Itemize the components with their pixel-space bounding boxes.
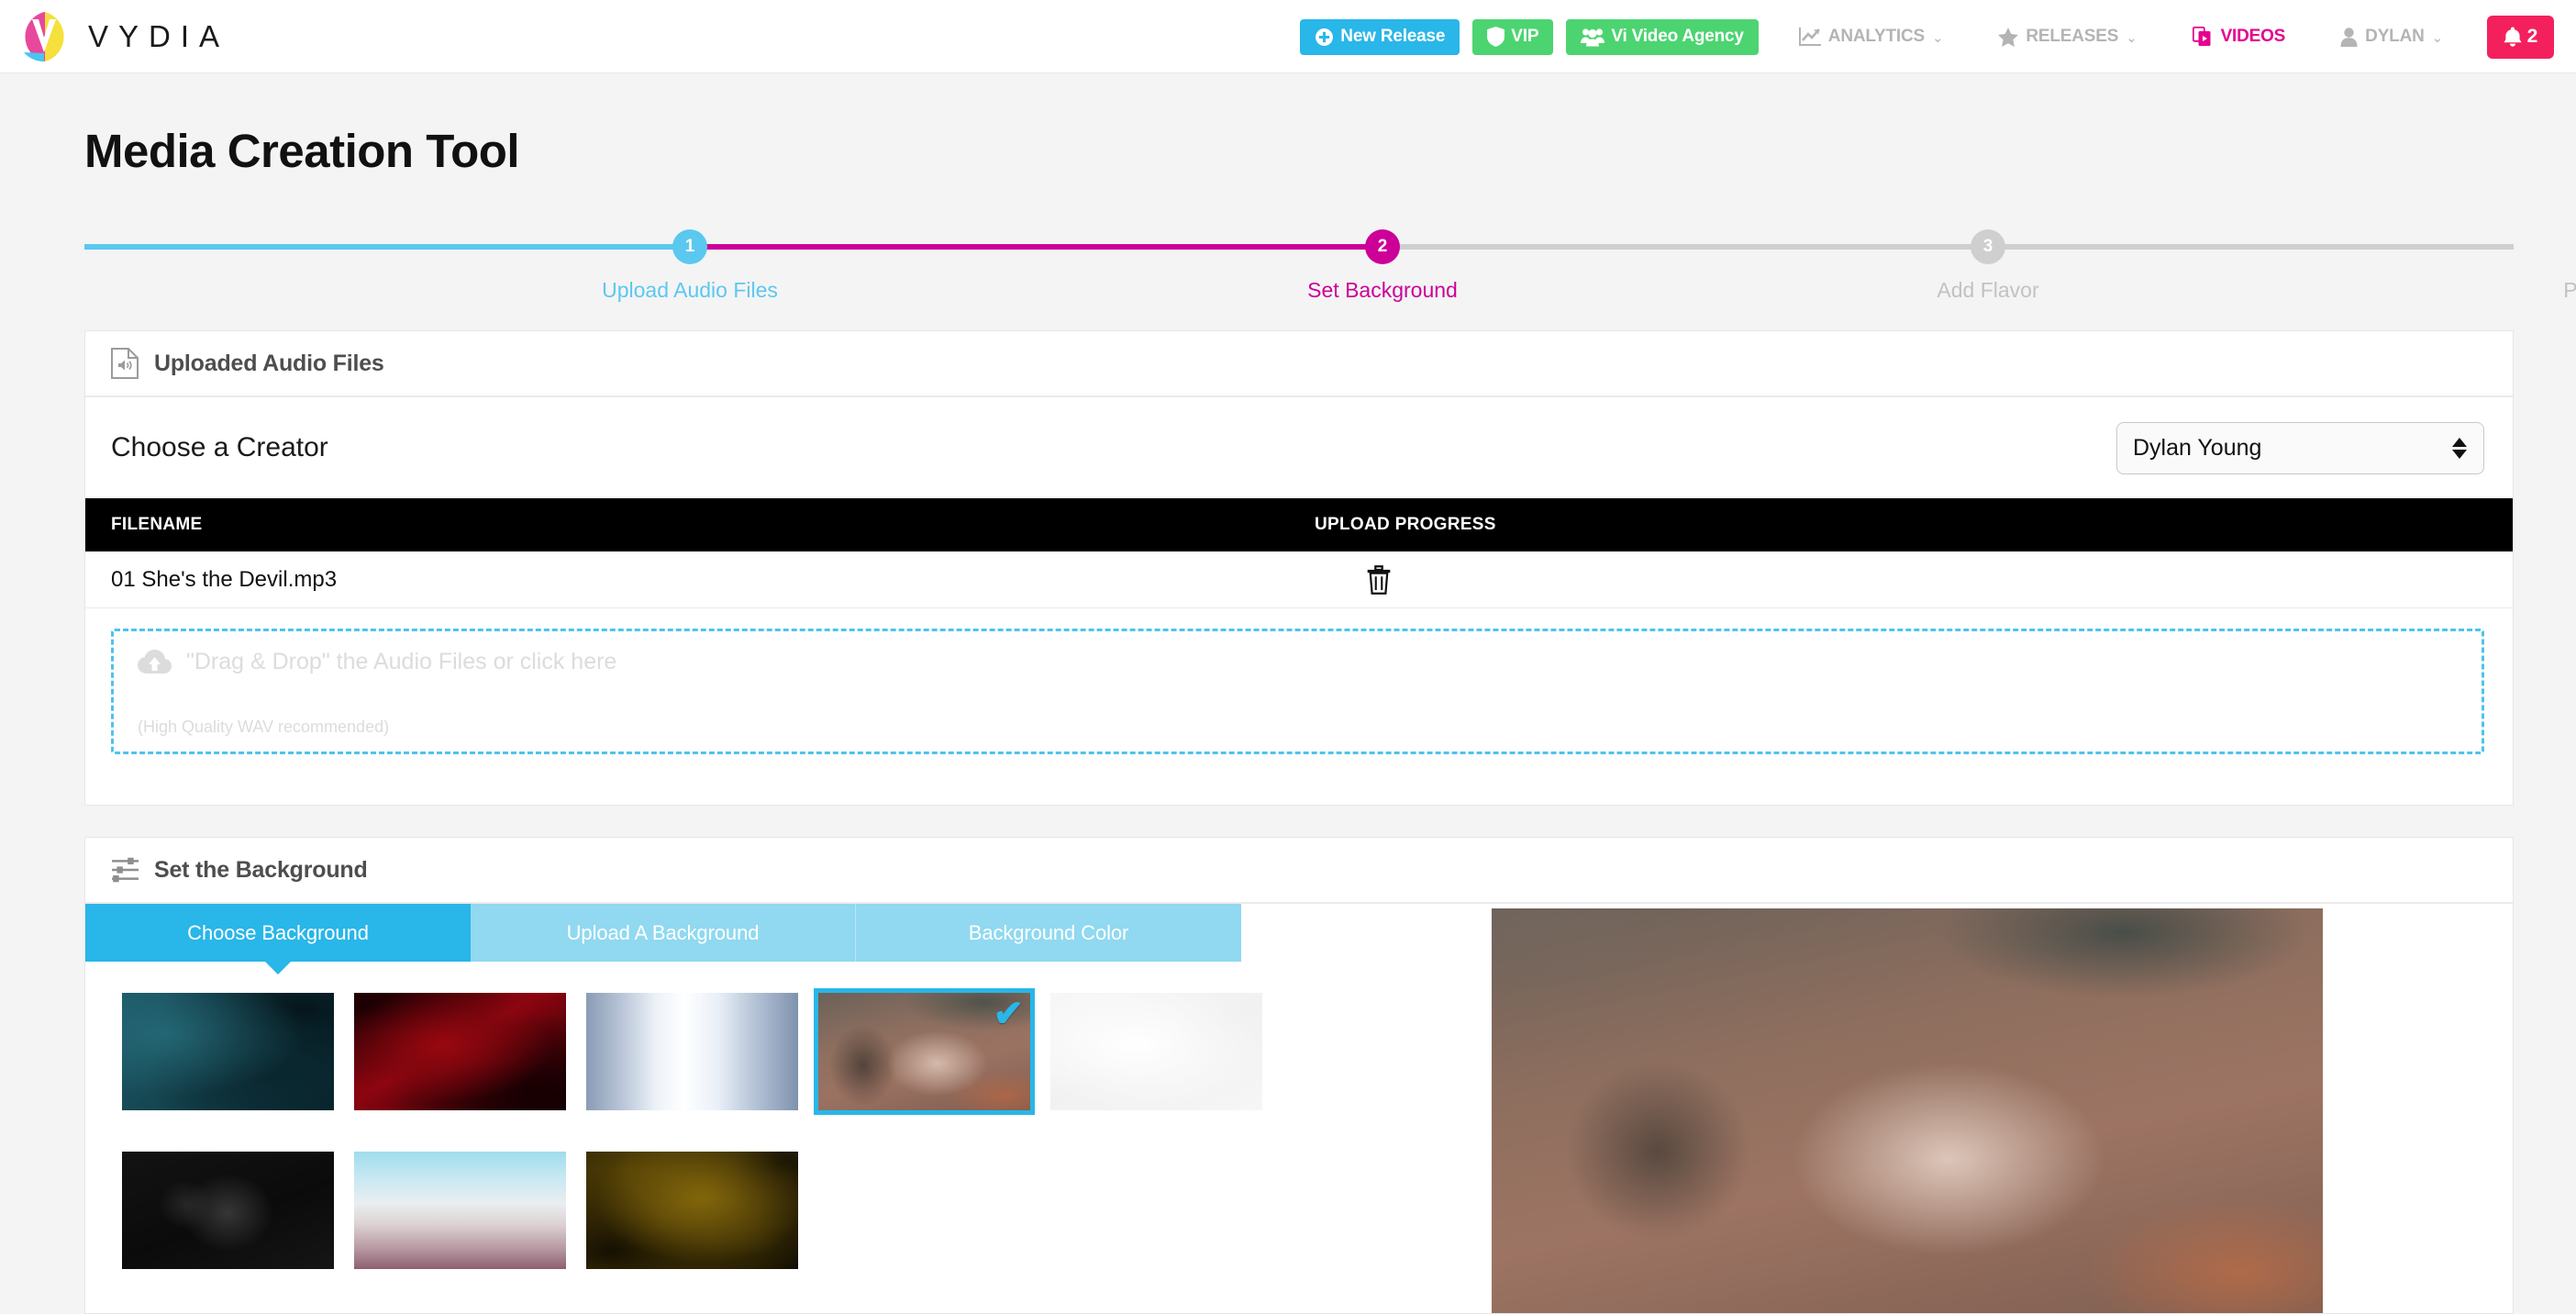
selected-check-icon: ✔ (993, 994, 1024, 1034)
dropzone-sub-text: (High Quality WAV recommended) (138, 718, 390, 736)
nav-link-videos[interactable]: VIDEOS (2192, 27, 2286, 47)
stepper-step-3-label[interactable]: Add Flavor (1937, 278, 2038, 303)
brand-name: VYDIA (88, 19, 230, 53)
user-icon (2340, 27, 2358, 47)
table-row: 01 She's the Devil.mp3 (85, 551, 2513, 608)
trash-icon-glyph (1367, 565, 1391, 595)
trash-icon[interactable] (1365, 565, 1393, 595)
tab-background-color-label: Background Color (968, 920, 1129, 944)
nav-link-releases[interactable]: RELEASES ⌄ (1998, 27, 2137, 47)
background-card-title: Set the Background (154, 856, 368, 883)
file-audio-icon (111, 348, 139, 379)
dropzone-main-text: "Drag & Drop" the Audio Files or click h… (186, 649, 617, 674)
vip-button[interactable]: VIP (1472, 18, 1554, 55)
chevron-down-icon: ⌄ (2431, 30, 2444, 46)
background-preview (1492, 908, 2323, 1313)
plus-circle-icon (1316, 28, 1334, 46)
tab-background-color[interactable]: Background Color (856, 904, 1241, 962)
vip-label: VIP (1511, 27, 1539, 46)
tab-choose-background[interactable]: Choose Background (85, 904, 471, 962)
audio-table-header: FILENAME UPLOAD PROGRESS (85, 498, 2513, 551)
sliders-icon (112, 857, 139, 883)
chart-line-icon (1798, 28, 1821, 46)
stepper-step-2-dot-wrap: 2 (1365, 229, 1400, 264)
stepper-fill-step1 (84, 244, 690, 250)
tab-upload-a-background-label: Upload A Background (566, 920, 760, 944)
background-thumbnail-portrait-blur[interactable]: ✔ (814, 988, 1035, 1115)
column-header-upload-progress: UPLOAD PROGRESS (1315, 515, 1496, 534)
top-navigation-bar: VYDIA New Release VIP Vi Video Agency AN… (0, 0, 2576, 73)
nav-link-dylan[interactable]: DYLAN ⌄ (2340, 27, 2443, 47)
uploaded-audio-files-card: Uploaded Audio Files Choose a Creator Dy… (84, 330, 2514, 806)
stepper-step-4-label[interactable]: Publish (2563, 278, 2576, 303)
background-thumbnail-teal-grunge[interactable] (122, 993, 334, 1110)
stepper-step-1-dot-wrap: 1 (672, 229, 707, 264)
audio-dropzone[interactable]: "Drag & Drop" the Audio Files or click h… (111, 629, 2484, 754)
bell-icon (2504, 27, 2522, 47)
background-thumbnail-sky-mauve[interactable] (354, 1152, 566, 1269)
stepper-step-3-number[interactable]: 3 (1971, 229, 2005, 264)
creator-select-value: Dylan Young (2133, 434, 2262, 461)
stepper-step-3-dot-wrap: 3 (1971, 229, 2005, 264)
nav-link-dylan-label: DYLAN (2365, 27, 2425, 46)
dropzone-main-row: "Drag & Drop" the Audio Files or click h… (138, 649, 616, 675)
background-card-body: Choose Background Upload A Background Ba… (85, 904, 2513, 1313)
column-header-filename: FILENAME (111, 515, 203, 534)
audio-file-name: 01 She's the Devil.mp3 (111, 566, 338, 592)
vi-video-agency-button[interactable]: Vi Video Agency (1566, 18, 1759, 55)
shield-icon (1487, 27, 1505, 47)
tab-upload-a-background[interactable]: Upload A Background (471, 904, 856, 962)
choose-creator-label: Choose a Creator (111, 432, 328, 462)
background-thumbnail-grid: ✔ (122, 988, 1278, 1269)
stepper-step-2-number[interactable]: 2 (1365, 229, 1400, 264)
creator-select[interactable]: Dylan Young (2116, 421, 2484, 474)
stepper-step-1-label[interactable]: Upload Audio Files (602, 278, 778, 303)
upload-progress-track (1414, 564, 2480, 595)
nav-link-analytics[interactable]: ANALYTICS ⌄ (1798, 27, 1944, 47)
cloud-upload-icon (138, 650, 172, 674)
chevron-down-icon: ⌄ (2126, 30, 2137, 46)
brand-logo[interactable]: VYDIA (17, 7, 229, 66)
nav-link-videos-label: VIDEOS (2220, 27, 2286, 46)
select-spinner-icon (2452, 437, 2467, 459)
background-thumbnail-olive-grunge[interactable] (586, 1152, 798, 1269)
audio-card-title: Uploaded Audio Files (154, 350, 384, 376)
new-release-label: New Release (1340, 27, 1446, 46)
background-thumbnail-black-grunge[interactable] (122, 1152, 334, 1269)
set-background-card: Set the Background Choose Background Upl… (84, 837, 2514, 1314)
stepper-step-1-number[interactable]: 1 (672, 229, 707, 264)
background-card-header: Set the Background (85, 838, 2513, 904)
videos-icon (2192, 27, 2211, 46)
stepper-fill-step2 (690, 244, 1382, 250)
tab-choose-background-label: Choose Background (187, 920, 369, 944)
vydia-logo-icon (24, 12, 64, 62)
background-tabs: Choose Background Upload A Background Ba… (85, 904, 1241, 962)
new-release-button[interactable]: New Release (1300, 18, 1460, 55)
notifications-button[interactable]: 2 (2487, 15, 2554, 59)
background-thumbnail-white-paper[interactable] (1050, 993, 1262, 1110)
page-title: Media Creation Tool (84, 125, 520, 177)
background-thumbnail-blue-gradient[interactable] (586, 993, 798, 1110)
audio-card-header: Uploaded Audio Files (85, 331, 2513, 397)
star-icon (1998, 27, 2019, 47)
nav-link-releases-label: RELEASES (2026, 27, 2119, 46)
background-thumbnail-red-grunge[interactable] (354, 993, 566, 1110)
users-icon (1581, 28, 1605, 46)
chevron-down-icon: ⌄ (1931, 30, 1944, 46)
nav-link-analytics-label: ANALYTICS (1827, 27, 1925, 46)
notification-count: 2 (2526, 26, 2538, 47)
nav-right-group: New Release VIP Vi Video Agency ANALYTIC… (1300, 0, 2563, 73)
choose-creator-row: Choose a Creator Dylan Young (85, 397, 2513, 498)
vi-video-agency-label: Vi Video Agency (1611, 27, 1744, 46)
progress-stepper: 1 Upload Audio Files 2 Set Background 3 … (84, 229, 2576, 307)
stepper-step-2-label[interactable]: Set Background (1307, 278, 1458, 303)
